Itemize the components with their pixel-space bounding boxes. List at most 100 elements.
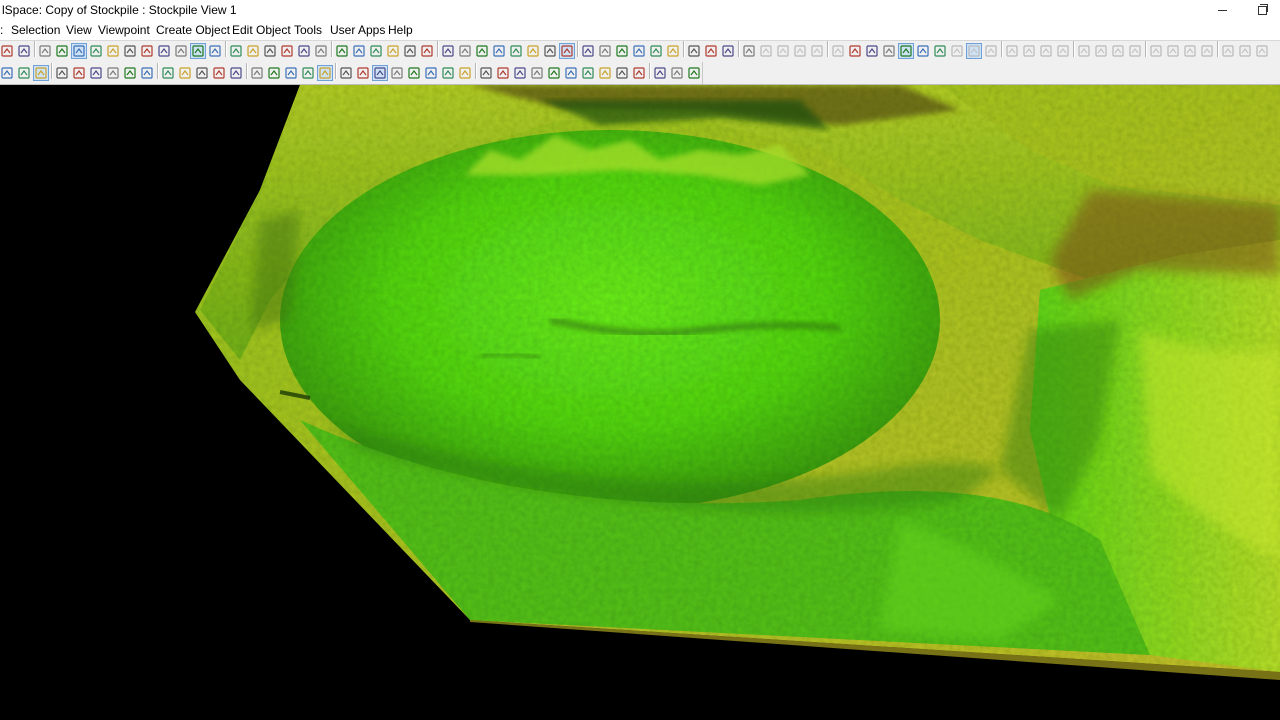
toolbar-tool-icon[interactable] bbox=[246, 44, 260, 58]
toolbar-tool-icon[interactable] bbox=[759, 44, 773, 58]
toolbar-tool-icon[interactable] bbox=[174, 44, 188, 58]
toolbar-tool-icon[interactable] bbox=[933, 44, 947, 58]
toolbar-tool-icon[interactable] bbox=[106, 44, 120, 58]
toolbar-tool-icon[interactable] bbox=[1166, 44, 1180, 58]
toolbar-tool-icon[interactable] bbox=[157, 44, 171, 58]
toolbar-tool-icon[interactable] bbox=[581, 66, 595, 80]
toolbar-tool-icon[interactable] bbox=[670, 66, 684, 80]
toolbar-tool-icon[interactable] bbox=[123, 66, 137, 80]
toolbar-tool-icon[interactable] bbox=[267, 66, 281, 80]
toolbar-tool-icon[interactable] bbox=[530, 66, 544, 80]
toolbar-tool-icon[interactable] bbox=[263, 44, 277, 58]
toolbar-tool-icon[interactable] bbox=[882, 44, 896, 58]
toolbar-tool-icon[interactable] bbox=[301, 66, 315, 80]
toolbar-tool-icon[interactable] bbox=[106, 66, 120, 80]
toolbar-tool-icon[interactable] bbox=[55, 66, 69, 80]
toolbar-tool-icon[interactable] bbox=[190, 43, 206, 59]
toolbar-tool-icon[interactable] bbox=[615, 66, 629, 80]
toolbar-tool-icon[interactable] bbox=[1221, 44, 1235, 58]
toolbar-tool-icon[interactable] bbox=[314, 44, 328, 58]
toolbar-tool-icon[interactable] bbox=[598, 66, 612, 80]
toolbar-tool-icon[interactable] bbox=[390, 66, 404, 80]
toolbar-tool-icon[interactable] bbox=[649, 44, 663, 58]
toolbar-tool-icon[interactable] bbox=[666, 44, 680, 58]
toolbar-tool-icon[interactable] bbox=[848, 44, 862, 58]
toolbar-tool-icon[interactable] bbox=[372, 65, 388, 81]
toolbar-tool-icon[interactable] bbox=[17, 66, 31, 80]
toolbar-tool-icon[interactable] bbox=[1005, 44, 1019, 58]
toolbar-tool-icon[interactable] bbox=[1238, 44, 1252, 58]
toolbar-tool-icon[interactable] bbox=[0, 44, 14, 58]
menu-item-viewpoint[interactable]: Viewpoint bbox=[98, 23, 150, 37]
toolbar-tool-icon[interactable] bbox=[632, 66, 646, 80]
toolbar-tool-icon[interactable] bbox=[950, 44, 964, 58]
toolbar-tool-icon[interactable] bbox=[721, 44, 735, 58]
toolbar-tool-icon[interactable] bbox=[89, 44, 103, 58]
toolbar-tool-icon[interactable] bbox=[615, 44, 629, 58]
toolbar-tool-icon[interactable] bbox=[335, 44, 349, 58]
toolbar-tool-icon[interactable] bbox=[1128, 44, 1142, 58]
menu-item-edit-object[interactable]: Edit Object bbox=[232, 23, 291, 37]
toolbar-tool-icon[interactable] bbox=[479, 66, 493, 80]
stockpile-3d-view[interactable] bbox=[0, 85, 1280, 720]
menu-item-view[interactable]: View bbox=[66, 23, 92, 37]
toolbar-tool-icon[interactable] bbox=[33, 65, 49, 81]
toolbar-tool-icon[interactable] bbox=[704, 44, 718, 58]
toolbar-tool-icon[interactable] bbox=[195, 66, 209, 80]
toolbar-tool-icon[interactable] bbox=[687, 66, 701, 80]
restore-button[interactable] bbox=[1242, 0, 1280, 21]
menu-item-create-object[interactable]: Create Object bbox=[156, 23, 230, 37]
menu-item-tools[interactable]: Tools bbox=[294, 23, 322, 37]
toolbar-tool-icon[interactable] bbox=[458, 66, 472, 80]
toolbar-tool-icon[interactable] bbox=[1149, 44, 1163, 58]
toolbar-tool-icon[interactable] bbox=[441, 66, 455, 80]
toolbar-tool-icon[interactable] bbox=[441, 44, 455, 58]
toolbar-tool-icon[interactable] bbox=[140, 66, 154, 80]
toolbar-tool-icon[interactable] bbox=[178, 66, 192, 80]
toolbar-tool-icon[interactable] bbox=[559, 43, 575, 59]
toolbar-tool-icon[interactable] bbox=[547, 66, 561, 80]
toolbar-tool-icon[interactable] bbox=[776, 44, 790, 58]
toolbar-tool-icon[interactable] bbox=[475, 44, 489, 58]
toolbar-tool-icon[interactable] bbox=[984, 44, 998, 58]
toolbar-tool-icon[interactable] bbox=[543, 44, 557, 58]
toolbar-tool-icon[interactable] bbox=[564, 66, 578, 80]
toolbar-tool-icon[interactable] bbox=[1039, 44, 1053, 58]
toolbar-tool-icon[interactable] bbox=[916, 44, 930, 58]
toolbar-tool-icon[interactable] bbox=[865, 44, 879, 58]
toolbar-tool-icon[interactable] bbox=[831, 44, 845, 58]
toolbar-tool-icon[interactable] bbox=[810, 44, 824, 58]
menu-item-help[interactable]: Help bbox=[388, 23, 413, 37]
toolbar-tool-icon[interactable] bbox=[509, 44, 523, 58]
toolbar-tool-icon[interactable] bbox=[1183, 44, 1197, 58]
toolbar-tool-icon[interactable] bbox=[352, 44, 366, 58]
toolbar-tool-icon[interactable] bbox=[229, 44, 243, 58]
toolbar-tool-icon[interactable] bbox=[687, 44, 701, 58]
toolbar-tool-icon[interactable] bbox=[403, 44, 417, 58]
toolbar-tool-icon[interactable] bbox=[284, 66, 298, 80]
toolbar-tool-icon[interactable] bbox=[280, 44, 294, 58]
toolbar-tool-icon[interactable] bbox=[407, 66, 421, 80]
terrain-surface-canvas[interactable] bbox=[0, 85, 1280, 720]
toolbar-tool-icon[interactable] bbox=[513, 66, 527, 80]
toolbar-tool-icon[interactable] bbox=[71, 43, 87, 59]
toolbar-tool-icon[interactable] bbox=[1200, 44, 1214, 58]
toolbar-tool-icon[interactable] bbox=[1077, 44, 1091, 58]
toolbar-tool-icon[interactable] bbox=[1094, 44, 1108, 58]
toolbar-tool-icon[interactable] bbox=[424, 66, 438, 80]
toolbar-tool-icon[interactable] bbox=[339, 66, 353, 80]
toolbar-tool-icon[interactable] bbox=[369, 44, 383, 58]
toolbar-tool-icon[interactable] bbox=[386, 44, 400, 58]
toolbar-tool-icon[interactable] bbox=[72, 66, 86, 80]
toolbar-tool-icon[interactable] bbox=[742, 44, 756, 58]
toolbar-tool-icon[interactable] bbox=[55, 44, 69, 58]
toolbar-tool-icon[interactable] bbox=[458, 44, 472, 58]
toolbar-tool-icon[interactable] bbox=[250, 66, 264, 80]
toolbar-tool-icon[interactable] bbox=[297, 44, 311, 58]
toolbar-tool-icon[interactable] bbox=[1022, 44, 1036, 58]
toolbar-tool-icon[interactable] bbox=[898, 43, 914, 59]
toolbar-tool-icon[interactable] bbox=[793, 44, 807, 58]
toolbar-tool-icon[interactable] bbox=[1255, 44, 1269, 58]
toolbar-tool-icon[interactable] bbox=[966, 43, 982, 59]
toolbar-tool-icon[interactable] bbox=[17, 44, 31, 58]
